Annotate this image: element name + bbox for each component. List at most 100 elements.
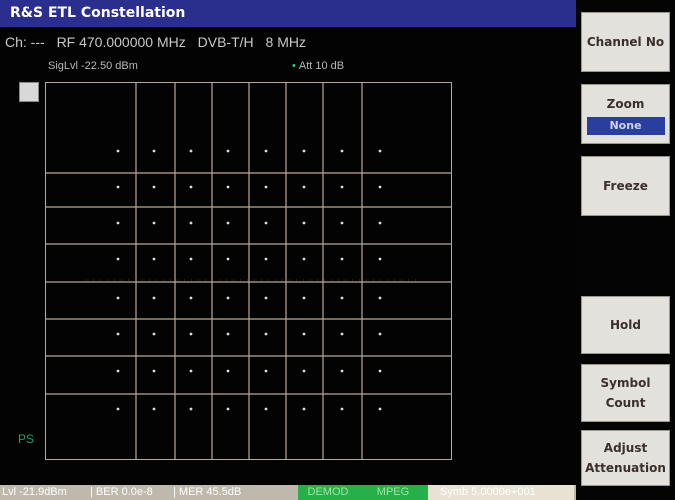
constellation-point (226, 185, 230, 189)
constellation-point (340, 185, 344, 189)
constellation-point (264, 369, 268, 373)
constellation-point (226, 369, 230, 373)
constellation-point (378, 185, 382, 189)
attenuation-value: Att 10 dB (298, 60, 345, 72)
instrument-screen: R&S ETL Constellation Ch: --- RF 470.000… (0, 0, 675, 500)
constellation-point (340, 257, 344, 261)
constellation-point (226, 332, 230, 336)
zoom-value: None (586, 116, 665, 135)
constellation-point (340, 407, 344, 411)
symbol-count-label: Symbol Count (600, 376, 651, 410)
bandwidth: 8 MHz (265, 34, 306, 50)
constellation-point (378, 221, 382, 225)
constellation-point (189, 149, 193, 153)
status-level: Lvl -21.9dBm (2, 486, 67, 498)
rf-frequency: RF 470.000000 MHz (56, 34, 186, 50)
channel-no-button[interactable]: Channel No (581, 12, 670, 72)
hold-button[interactable]: Hold (581, 296, 670, 354)
constellation-point (340, 149, 344, 153)
constellation-point (116, 296, 120, 300)
freeze-label: Freeze (603, 179, 648, 193)
signal-level: SigLvl -22.50 dBm (48, 60, 138, 72)
adjust-attenuation-button[interactable]: Adjust Attenuation (581, 430, 670, 486)
constellation-point (152, 407, 156, 411)
adjust-attenuation-label: Adjust Attenuation (585, 441, 666, 475)
constellation-point (302, 369, 306, 373)
constellation-point (226, 257, 230, 261)
constellation-point (226, 221, 230, 225)
constellation-point (152, 332, 156, 336)
constellation-diagram (45, 82, 452, 460)
constellation-point (264, 221, 268, 225)
constellation-point (116, 332, 120, 336)
constellation-point (302, 149, 306, 153)
status-bar: Lvl -21.9dBm | BER 0.0e-8 | MER 45.5dB D… (0, 485, 576, 500)
constellation-point (378, 149, 382, 153)
att-indicator-icon: • (292, 60, 296, 72)
constellation-point (264, 332, 268, 336)
standard: DVB-T/H (197, 34, 254, 50)
constellation-point (378, 407, 382, 411)
constellation-point (152, 296, 156, 300)
constellation-point (302, 332, 306, 336)
softkey-panel: Channel No Zoom None Freeze Hold Symbol … (576, 0, 675, 500)
attenuation-readout: • Att 10 dB (292, 60, 344, 72)
constellation-point (152, 257, 156, 261)
constellation-point (264, 407, 268, 411)
constellation-point (302, 221, 306, 225)
constellation-point (189, 369, 193, 373)
ps-label: PS (18, 432, 35, 446)
constellation-point (116, 257, 120, 261)
constellation-point (152, 221, 156, 225)
channel-info: Ch: --- RF 470.000000 MHz DVB-T/H 8 MHz (5, 34, 314, 50)
constellation-point (152, 185, 156, 189)
constellation-point (340, 369, 344, 373)
constellation-point (378, 332, 382, 336)
constellation-point (226, 149, 230, 153)
constellation-point (378, 296, 382, 300)
hold-label: Hold (610, 318, 641, 332)
constellation-point (302, 296, 306, 300)
constellation-point (302, 407, 306, 411)
status-demod-badge: DEMOD (298, 485, 358, 500)
marker-checkbox[interactable] (19, 82, 39, 102)
channel-number: Ch: --- (5, 34, 45, 50)
constellation-point (340, 221, 344, 225)
constellation-point (189, 221, 193, 225)
constellation-point (152, 369, 156, 373)
status-mpeg-badge: MPEG (358, 485, 428, 500)
constellation-point (116, 149, 120, 153)
constellation-point (189, 332, 193, 336)
constellation-point (152, 149, 156, 153)
constellation-point (189, 185, 193, 189)
constellation-point (264, 149, 268, 153)
freeze-button[interactable]: Freeze (581, 156, 670, 216)
status-mer: | MER 45.5dB (173, 486, 242, 498)
constellation-point (340, 296, 344, 300)
constellation-point (378, 257, 382, 261)
constellation-point (340, 332, 344, 336)
symbol-count-button[interactable]: Symbol Count (581, 364, 670, 422)
constellation-point (116, 407, 120, 411)
constellation-point (264, 296, 268, 300)
status-symbol-count: Symb 5.0000e+001 (428, 485, 574, 500)
channel-no-label: Channel No (586, 35, 665, 49)
constellation-point (226, 296, 230, 300)
constellation-point (302, 185, 306, 189)
constellation-point (116, 221, 120, 225)
window-title: R&S ETL Constellation (0, 0, 576, 27)
status-ber: | BER 0.0e-8 (90, 486, 153, 498)
constellation-point (116, 185, 120, 189)
zoom-button[interactable]: Zoom None (581, 84, 670, 144)
constellation-point (378, 369, 382, 373)
constellation-point (226, 407, 230, 411)
constellation-point (116, 369, 120, 373)
constellation-point (264, 257, 268, 261)
constellation-grid (46, 83, 451, 459)
constellation-point (264, 185, 268, 189)
constellation-point (189, 407, 193, 411)
zoom-label: Zoom (606, 96, 645, 111)
constellation-point (189, 257, 193, 261)
constellation-point (189, 296, 193, 300)
constellation-point (302, 257, 306, 261)
